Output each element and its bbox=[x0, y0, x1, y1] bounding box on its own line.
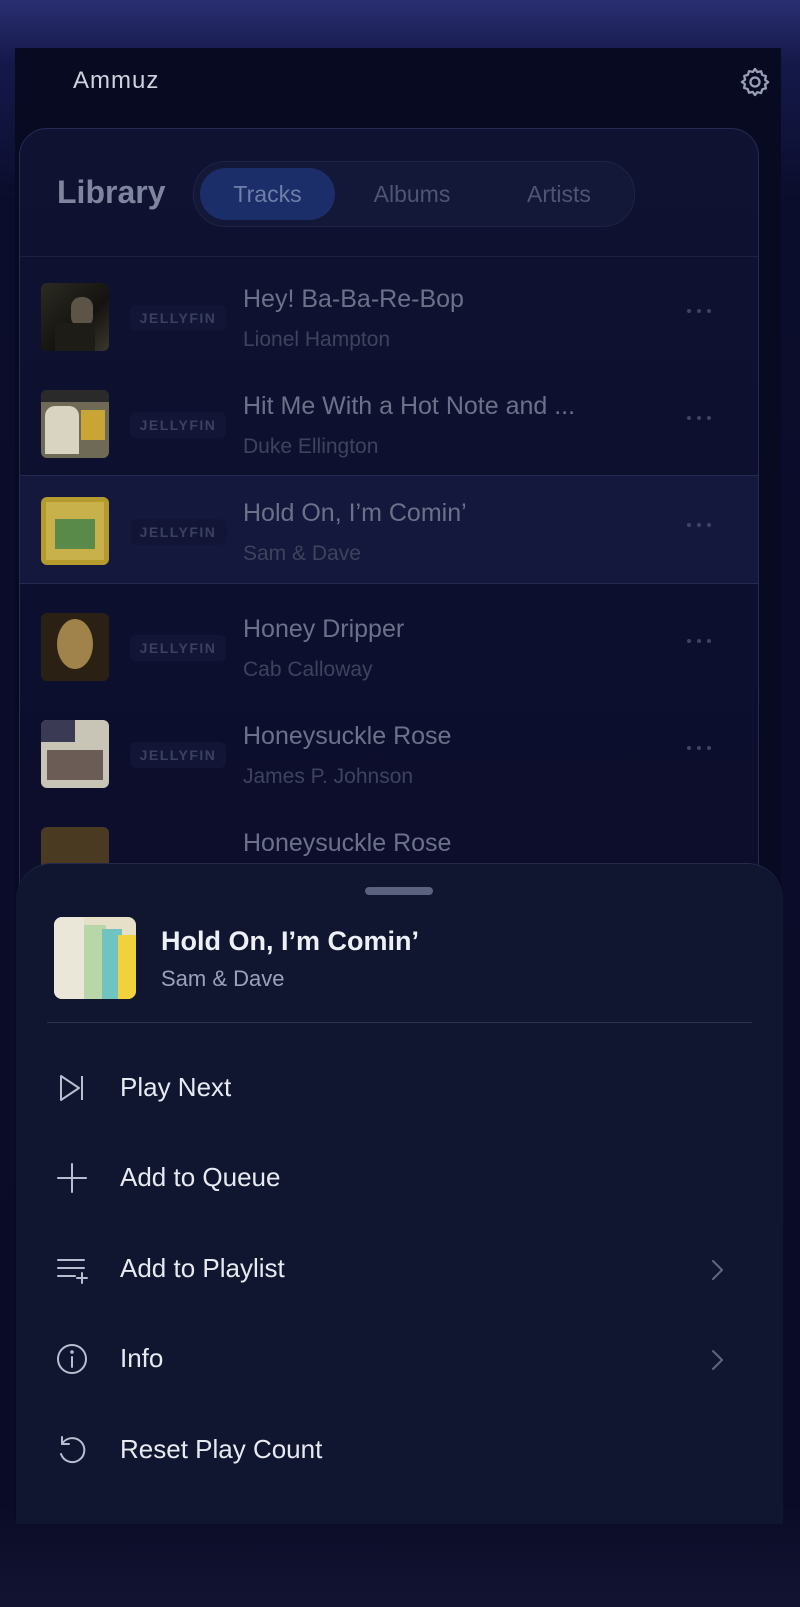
reset-play-count-label: Reset Play Count bbox=[120, 1434, 323, 1464]
album-art-thumbnail bbox=[41, 613, 109, 681]
source-badge: JELLYFIN bbox=[130, 305, 226, 331]
add-to-queue-label: Add to Queue bbox=[120, 1162, 281, 1192]
chevron-right-icon bbox=[712, 1350, 723, 1370]
track-title: Hold On, I’m Comin’ bbox=[243, 499, 467, 527]
divider bbox=[47, 1022, 752, 1023]
sheet-track-artist: Sam & Dave bbox=[161, 966, 285, 991]
more-options-icon[interactable] bbox=[685, 637, 715, 647]
album-art-thumbnail bbox=[41, 720, 109, 788]
waveform-logo-icon bbox=[18, 64, 58, 100]
more-options-icon[interactable] bbox=[685, 414, 715, 424]
top-bar: Ammuz bbox=[15, 48, 781, 124]
add-to-playlist-button[interactable]: Add to Playlist bbox=[16, 1233, 783, 1313]
app-name: Ammuz bbox=[73, 67, 160, 94]
album-art-thumbnail bbox=[41, 497, 109, 565]
track-artist: Cab Calloway bbox=[243, 658, 373, 681]
reset-icon bbox=[60, 1436, 86, 1464]
tab-artists[interactable]: Artists bbox=[489, 168, 629, 220]
tab-albums[interactable]: Albums bbox=[342, 168, 482, 220]
library-title: Library bbox=[57, 174, 166, 210]
track-artist: Lionel Hampton bbox=[243, 328, 391, 351]
reset-play-count-button[interactable]: Reset Play Count bbox=[16, 1414, 783, 1494]
play-next-icon bbox=[60, 1075, 83, 1101]
info-button[interactable]: Info bbox=[16, 1323, 783, 1403]
chevron-right-icon bbox=[712, 1260, 723, 1280]
track-title: Honey Dripper bbox=[243, 615, 405, 643]
track-row[interactable]: JELLYFIN Honeysuckle Rose James P. Johns… bbox=[20, 692, 758, 802]
library-panel: Library Tracks Albums Artists JELLYFIN H… bbox=[19, 128, 759, 990]
more-options-icon[interactable] bbox=[685, 307, 715, 317]
album-art bbox=[54, 917, 136, 999]
track-title: Hit Me With a Hot Note and ... bbox=[243, 392, 576, 420]
track-artist: Duke Ellington bbox=[243, 435, 379, 458]
album-art-thumbnail bbox=[41, 283, 109, 351]
play-next-button[interactable]: Play Next bbox=[16, 1052, 783, 1132]
sheet-track-title: Hold On, I’m Comin’ bbox=[161, 926, 419, 956]
sheet-grabber[interactable] bbox=[365, 887, 433, 895]
track-artist: James P. Johnson bbox=[243, 765, 414, 788]
plus-icon bbox=[57, 1163, 87, 1193]
library-tabs: Tracks Albums Artists bbox=[193, 161, 635, 227]
source-badge: JELLYFIN bbox=[130, 519, 226, 545]
track-title: Hey! Ba-Ba-Re-Bop bbox=[243, 285, 464, 313]
info-label: Info bbox=[120, 1343, 164, 1373]
play-next-label: Play Next bbox=[120, 1072, 232, 1102]
add-to-playlist-label: Add to Playlist bbox=[120, 1253, 285, 1283]
source-badge: JELLYFIN bbox=[130, 635, 226, 661]
more-options-icon[interactable] bbox=[685, 744, 715, 754]
source-badge: JELLYFIN bbox=[130, 412, 226, 438]
playlist-add-icon bbox=[57, 1259, 88, 1284]
track-row[interactable]: JELLYFIN Hit Me With a Hot Note and ... … bbox=[20, 362, 758, 472]
track-row[interactable]: JELLYFIN Hey! Ba-Ba-Re-Bop Lionel Hampto… bbox=[20, 255, 758, 365]
track-title: Honeysuckle Rose bbox=[243, 829, 452, 857]
tab-tracks[interactable]: Tracks bbox=[200, 168, 335, 220]
album-art-thumbnail bbox=[41, 390, 109, 458]
track-actions-sheet: Hold On, I’m Comin’ Sam & Dave Play Next… bbox=[16, 863, 783, 1524]
source-badge: JELLYFIN bbox=[130, 742, 226, 768]
more-options-icon[interactable] bbox=[685, 521, 715, 531]
track-row[interactable]: JELLYFIN Honey Dripper Cab Calloway bbox=[20, 585, 758, 695]
track-title: Honeysuckle Rose bbox=[243, 722, 452, 750]
track-artist: Sam & Dave bbox=[243, 542, 361, 565]
gear-icon[interactable] bbox=[738, 65, 772, 99]
track-row[interactable]: JELLYFIN Hold On, I’m Comin’ Sam & Dave bbox=[20, 475, 758, 584]
add-to-queue-button[interactable]: Add to Queue bbox=[16, 1142, 783, 1222]
info-icon bbox=[57, 1344, 87, 1374]
